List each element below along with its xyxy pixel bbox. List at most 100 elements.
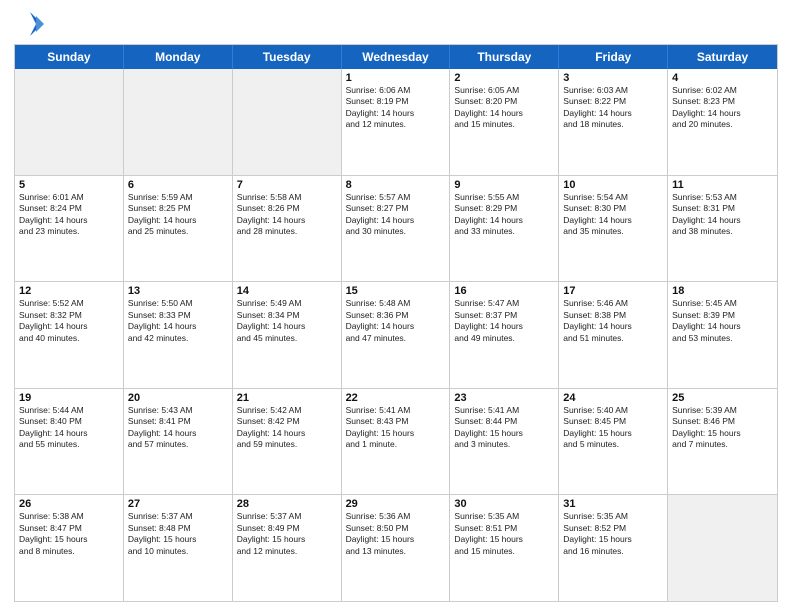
cell-line: and 45 minutes. — [237, 333, 337, 344]
cell-line: Sunset: 8:43 PM — [346, 416, 446, 427]
cell-line: Daylight: 14 hours — [128, 428, 228, 439]
cell-line: Sunset: 8:25 PM — [128, 203, 228, 214]
calendar-cell-day-18: 18Sunrise: 5:45 AMSunset: 8:39 PMDayligh… — [668, 282, 777, 388]
cell-line: Daylight: 14 hours — [454, 215, 554, 226]
day-number: 22 — [346, 392, 446, 404]
day-number: 13 — [128, 285, 228, 297]
cell-line: Sunset: 8:29 PM — [454, 203, 554, 214]
day-number: 29 — [346, 498, 446, 510]
day-number: 28 — [237, 498, 337, 510]
calendar-cell-day-5: 5Sunrise: 6:01 AMSunset: 8:24 PMDaylight… — [15, 176, 124, 282]
cell-line: Sunset: 8:30 PM — [563, 203, 663, 214]
day-number: 4 — [672, 72, 773, 84]
day-number: 30 — [454, 498, 554, 510]
day-number: 26 — [19, 498, 119, 510]
cell-line: Daylight: 14 hours — [563, 108, 663, 119]
cell-line: Sunset: 8:45 PM — [563, 416, 663, 427]
cell-line: Sunset: 8:33 PM — [128, 310, 228, 321]
calendar-header-friday: Friday — [559, 45, 668, 69]
cell-line: and 28 minutes. — [237, 226, 337, 237]
cell-line: and 13 minutes. — [346, 546, 446, 557]
cell-line: Daylight: 14 hours — [128, 215, 228, 226]
calendar-cell-day-6: 6Sunrise: 5:59 AMSunset: 8:25 PMDaylight… — [124, 176, 233, 282]
cell-line: Sunset: 8:38 PM — [563, 310, 663, 321]
cell-line: Sunrise: 6:03 AM — [563, 85, 663, 96]
calendar-cell-day-21: 21Sunrise: 5:42 AMSunset: 8:42 PMDayligh… — [233, 389, 342, 495]
calendar-cell-day-11: 11Sunrise: 5:53 AMSunset: 8:31 PMDayligh… — [668, 176, 777, 282]
cell-line: Daylight: 14 hours — [19, 215, 119, 226]
cell-line: Sunrise: 6:05 AM — [454, 85, 554, 96]
cell-line: Daylight: 15 hours — [346, 534, 446, 545]
cell-line: Daylight: 15 hours — [563, 534, 663, 545]
cell-line: Daylight: 14 hours — [563, 321, 663, 332]
day-number: 18 — [672, 285, 773, 297]
cell-line: Sunrise: 5:49 AM — [237, 298, 337, 309]
day-number: 17 — [563, 285, 663, 297]
day-number: 11 — [672, 179, 773, 191]
day-number: 16 — [454, 285, 554, 297]
cell-line: Sunrise: 5:52 AM — [19, 298, 119, 309]
day-number: 12 — [19, 285, 119, 297]
cell-line: Sunrise: 5:58 AM — [237, 192, 337, 203]
cell-line: Sunset: 8:31 PM — [672, 203, 773, 214]
cell-line: Daylight: 15 hours — [454, 534, 554, 545]
cell-line: and 40 minutes. — [19, 333, 119, 344]
cell-line: Sunrise: 5:40 AM — [563, 405, 663, 416]
cell-line: Daylight: 15 hours — [563, 428, 663, 439]
cell-line: and 10 minutes. — [128, 546, 228, 557]
cell-line: Daylight: 15 hours — [672, 428, 773, 439]
calendar-cell-empty — [124, 69, 233, 175]
calendar-cell-day-2: 2Sunrise: 6:05 AMSunset: 8:20 PMDaylight… — [450, 69, 559, 175]
cell-line: Sunset: 8:52 PM — [563, 523, 663, 534]
cell-line: and 59 minutes. — [237, 439, 337, 450]
calendar-cell-day-24: 24Sunrise: 5:40 AMSunset: 8:45 PMDayligh… — [559, 389, 668, 495]
cell-line: and 55 minutes. — [19, 439, 119, 450]
calendar-body: 1Sunrise: 6:06 AMSunset: 8:19 PMDaylight… — [15, 69, 777, 601]
calendar-cell-day-17: 17Sunrise: 5:46 AMSunset: 8:38 PMDayligh… — [559, 282, 668, 388]
logo: General Blue — [14, 10, 44, 38]
cell-line: Sunrise: 5:43 AM — [128, 405, 228, 416]
calendar-cell-day-26: 26Sunrise: 5:38 AMSunset: 8:47 PMDayligh… — [15, 495, 124, 601]
cell-line: Daylight: 14 hours — [346, 321, 446, 332]
cell-line: Daylight: 14 hours — [672, 321, 773, 332]
cell-line: Daylight: 14 hours — [237, 428, 337, 439]
cell-line: Sunrise: 5:55 AM — [454, 192, 554, 203]
calendar: SundayMondayTuesdayWednesdayThursdayFrid… — [14, 44, 778, 602]
cell-line: Daylight: 15 hours — [19, 534, 119, 545]
cell-line: and 7 minutes. — [672, 439, 773, 450]
cell-line: and 5 minutes. — [563, 439, 663, 450]
cell-line: and 8 minutes. — [19, 546, 119, 557]
calendar-week-1: 1Sunrise: 6:06 AMSunset: 8:19 PMDaylight… — [15, 69, 777, 176]
cell-line: Sunset: 8:50 PM — [346, 523, 446, 534]
cell-line: and 35 minutes. — [563, 226, 663, 237]
cell-line: and 18 minutes. — [563, 119, 663, 130]
cell-line: Daylight: 15 hours — [346, 428, 446, 439]
cell-line: Daylight: 14 hours — [672, 215, 773, 226]
cell-line: and 15 minutes. — [454, 119, 554, 130]
calendar-cell-day-28: 28Sunrise: 5:37 AMSunset: 8:49 PMDayligh… — [233, 495, 342, 601]
cell-line: and 16 minutes. — [563, 546, 663, 557]
cell-line: Sunrise: 5:47 AM — [454, 298, 554, 309]
cell-line: and 3 minutes. — [454, 439, 554, 450]
cell-line: Daylight: 14 hours — [237, 321, 337, 332]
calendar-cell-day-7: 7Sunrise: 5:58 AMSunset: 8:26 PMDaylight… — [233, 176, 342, 282]
calendar-cell-day-4: 4Sunrise: 6:02 AMSunset: 8:23 PMDaylight… — [668, 69, 777, 175]
calendar-cell-day-1: 1Sunrise: 6:06 AMSunset: 8:19 PMDaylight… — [342, 69, 451, 175]
cell-line: Sunrise: 5:53 AM — [672, 192, 773, 203]
cell-line: and 20 minutes. — [672, 119, 773, 130]
cell-line: Sunset: 8:23 PM — [672, 96, 773, 107]
cell-line: and 47 minutes. — [346, 333, 446, 344]
calendar-cell-day-29: 29Sunrise: 5:36 AMSunset: 8:50 PMDayligh… — [342, 495, 451, 601]
cell-line: Sunrise: 5:54 AM — [563, 192, 663, 203]
cell-line: Sunset: 8:24 PM — [19, 203, 119, 214]
cell-line: Sunrise: 5:57 AM — [346, 192, 446, 203]
cell-line: Sunrise: 5:41 AM — [346, 405, 446, 416]
cell-line: Sunset: 8:32 PM — [19, 310, 119, 321]
cell-line: Sunset: 8:36 PM — [346, 310, 446, 321]
cell-line: and 1 minute. — [346, 439, 446, 450]
cell-line: Sunset: 8:49 PM — [237, 523, 337, 534]
calendar-cell-day-14: 14Sunrise: 5:49 AMSunset: 8:34 PMDayligh… — [233, 282, 342, 388]
cell-line: and 23 minutes. — [19, 226, 119, 237]
calendar-cell-day-16: 16Sunrise: 5:47 AMSunset: 8:37 PMDayligh… — [450, 282, 559, 388]
cell-line: Sunrise: 5:35 AM — [563, 511, 663, 522]
